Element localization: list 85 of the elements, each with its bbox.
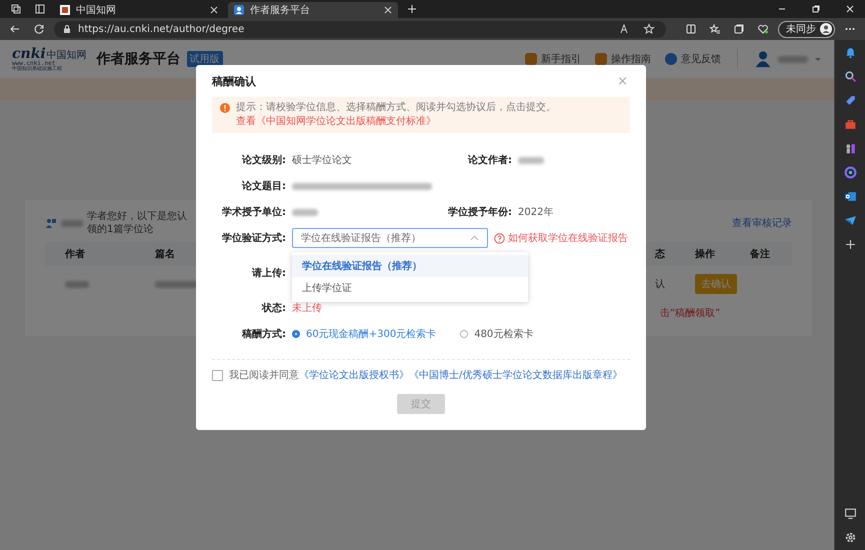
dialog-title: 稿酬确认 — [212, 74, 257, 88]
records-link[interactable]: 查看审核记录 — [732, 216, 792, 230]
field-value: 2022年 — [518, 206, 554, 219]
star-icon[interactable] — [643, 23, 655, 35]
close-icon[interactable] — [845, 4, 855, 14]
favorites-icon[interactable] — [709, 23, 721, 35]
trial-badge: 试用版 — [186, 51, 223, 67]
lock-icon — [62, 24, 72, 34]
blurred-text — [292, 208, 318, 216]
close-icon[interactable] — [210, 6, 218, 14]
new-tab-icon[interactable] — [406, 3, 418, 15]
header-link[interactable]: 意见反馈 — [665, 52, 721, 66]
profile-button[interactable]: 未同步 — [778, 20, 835, 38]
help-icon — [494, 232, 505, 244]
field-label: 论文题目: — [240, 180, 286, 193]
greeting-text: 学者您好，以下是您认领的1篇学位论 — [87, 210, 187, 236]
field-label: 学位验证方式: — [221, 231, 286, 245]
paper-plane-icon[interactable] — [844, 214, 856, 227]
mail-icon[interactable] — [844, 190, 856, 203]
field-label: 请上传: — [250, 266, 286, 280]
screen-icon[interactable] — [844, 507, 856, 520]
chevron-icon — [470, 235, 479, 241]
toolbox-icon[interactable] — [844, 118, 856, 131]
header-link[interactable]: 新手指引 — [525, 52, 581, 66]
tip-text: 提示：请校验学位信息、选择稿酬方式、阅读并勾选协议后，点击提交。 查看《中国知网学位论文出版稿酬支付标准》 — [236, 101, 557, 129]
field-label: 学术授予单位: — [221, 206, 286, 219]
collections-icon[interactable] — [733, 23, 745, 35]
person-icon — [234, 5, 244, 15]
split-screen-icon[interactable] — [685, 23, 697, 35]
blurred-text — [61, 220, 83, 226]
agreement-link[interactable]: 《中国博士/优秀硕士学位论文数据库出版章程》 — [409, 370, 622, 381]
column-header: 篇名 — [155, 248, 176, 261]
agreement-text: 我已阅读并同意《学位论文出版授权书》《中国博士/优秀硕士学位论文数据库出版章程》 — [229, 368, 622, 382]
people-icon — [45, 217, 57, 229]
blurred-text — [65, 280, 89, 288]
field-label: 论文级别: — [240, 154, 286, 167]
dropdown-option[interactable]: 上传学位证 — [292, 277, 528, 299]
back-icon[interactable] — [9, 23, 21, 35]
refresh-icon[interactable] — [33, 23, 45, 35]
status-value: 未上传 — [292, 302, 322, 315]
payment-radio[interactable]: 480元检索卡 — [460, 327, 534, 341]
radio-circle[interactable] — [292, 330, 300, 338]
warning-icon — [220, 103, 230, 113]
browser-tab[interactable]: 中国知网 — [54, 2, 224, 18]
header-link[interactable]: 操作指南 — [595, 52, 651, 66]
settings-icon[interactable] — [844, 531, 856, 544]
verification-select[interactable]: 学位在线验证报告（推荐） — [292, 228, 488, 248]
restore-icon[interactable] — [811, 4, 821, 14]
plus-icon[interactable] — [844, 238, 856, 251]
radio-circle[interactable] — [460, 330, 468, 338]
column-header: 备注 — [750, 247, 771, 261]
standard-link[interactable]: 查看《中国知网学位论文出版稿酬支付标准》 — [236, 116, 436, 127]
dropdown-option[interactable]: 学位在线验证报告（推荐） — [292, 255, 528, 277]
blurred-text — [518, 156, 544, 164]
chess-icon[interactable] — [844, 142, 856, 155]
field-label: 稿酬方式: — [240, 327, 286, 341]
close-button[interactable]: × — [615, 74, 630, 88]
platform-title: 作者服务平台 — [96, 50, 181, 68]
field-value: 硕士学位论文 — [292, 154, 352, 167]
site-icon — [60, 5, 70, 15]
heart-icon[interactable] — [757, 23, 769, 35]
bell-icon[interactable] — [844, 46, 856, 59]
column-header: 作者 — [64, 248, 86, 261]
table-cell-text: 认 — [655, 278, 666, 291]
payment-radio[interactable]: 60元现金稿酬+300元检索卡 — [292, 327, 436, 341]
user-avatar-icon[interactable] — [754, 50, 772, 68]
close-icon[interactable] — [384, 6, 392, 14]
field-label: 学位授予年份: — [447, 206, 512, 219]
notice-text: 击“稿酬领取” — [660, 306, 720, 320]
column-header: 操作 — [695, 248, 716, 261]
tab-actions-icon[interactable] — [34, 3, 46, 15]
agreement-link[interactable]: 《学位论文出版授权书》 — [299, 370, 409, 381]
avatar-icon — [820, 23, 832, 35]
browser-tab[interactable]: 作者服务平台 — [228, 2, 398, 18]
field-label: 论文作者: — [466, 154, 512, 167]
agreement-checkbox[interactable] — [212, 370, 223, 380]
address-field[interactable]: https://au.cnki.net/author/degree — [54, 20, 666, 38]
column-header: 态 — [655, 248, 666, 261]
workspaces-icon[interactable] — [10, 3, 22, 15]
search-icon[interactable] — [844, 70, 856, 83]
tag-icon[interactable] — [844, 94, 856, 107]
swirl-icon[interactable] — [844, 166, 856, 179]
field-label: 状态: — [260, 302, 286, 315]
help-link[interactable]: 如何获取学位在线验证报告 — [494, 231, 628, 245]
blurred-text — [778, 56, 808, 62]
